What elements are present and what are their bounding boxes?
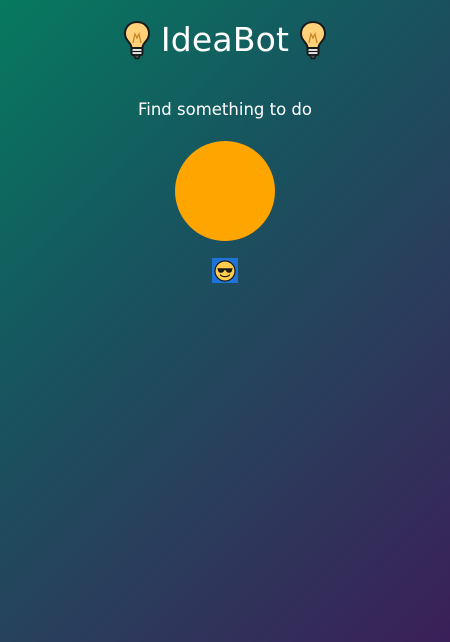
lightbulb-icon bbox=[123, 20, 150, 60]
subtitle: Find something to do bbox=[137, 100, 313, 119]
smiling-face-with-sunglasses-icon bbox=[214, 259, 236, 282]
status-emoji bbox=[212, 258, 238, 283]
header: IdeaBot bbox=[0, 18, 450, 62]
app-title: IdeaBot bbox=[160, 20, 290, 59]
find-idea-button[interactable] bbox=[175, 141, 275, 241]
lightbulb-icon bbox=[300, 20, 327, 60]
